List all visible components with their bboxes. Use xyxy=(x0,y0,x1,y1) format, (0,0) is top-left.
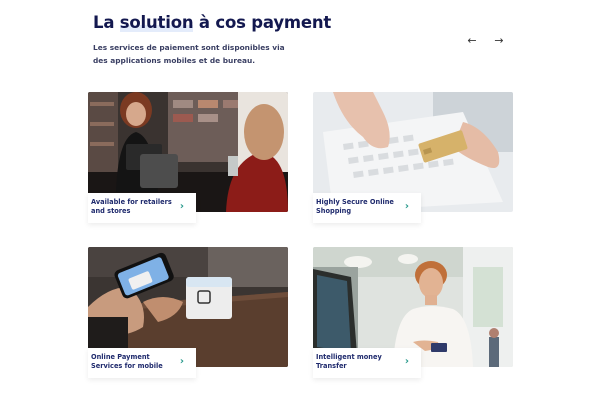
title-suffix: à cos payment xyxy=(193,13,332,32)
chevron-right-icon: › xyxy=(404,356,409,367)
card-money-transfer: Intelligent money Transfer › xyxy=(313,247,513,380)
card-money-transfer-label: Intelligent money Transfer xyxy=(316,353,382,370)
card-mobile-payment-link[interactable]: Online Payment Services for mobile › xyxy=(88,348,196,378)
chevron-right-icon: › xyxy=(179,356,184,367)
chevron-right-icon: › xyxy=(404,201,409,212)
card-retail-label: Available for retailers and stores xyxy=(91,198,172,215)
card-mobile-payment: Online Payment Services for mobile › xyxy=(88,247,288,380)
card-retail-link[interactable]: Available for retailers and stores › xyxy=(88,193,196,223)
card-money-transfer-link[interactable]: Intelligent money Transfer › xyxy=(313,348,421,378)
card-online-shopping-label: Highly Secure Online Shopping xyxy=(316,198,394,215)
title-highlight: solution xyxy=(119,13,194,32)
card-retail: Available for retailers and stores › xyxy=(88,92,288,225)
card-mobile-payment-label: Online Payment Services for mobile xyxy=(91,353,163,370)
title-prefix: La xyxy=(93,13,120,32)
next-arrow-icon[interactable]: → xyxy=(492,34,506,48)
card-online-shopping: Highly Secure Online Shopping › xyxy=(313,92,513,225)
page-subtitle: Les services de paiement sont disponible… xyxy=(93,43,285,65)
card-online-shopping-link[interactable]: Highly Secure Online Shopping › xyxy=(313,193,421,223)
chevron-right-icon: › xyxy=(179,201,184,212)
page-title: La solution à cos payment xyxy=(93,13,331,32)
prev-arrow-icon[interactable]: ← xyxy=(465,34,479,48)
